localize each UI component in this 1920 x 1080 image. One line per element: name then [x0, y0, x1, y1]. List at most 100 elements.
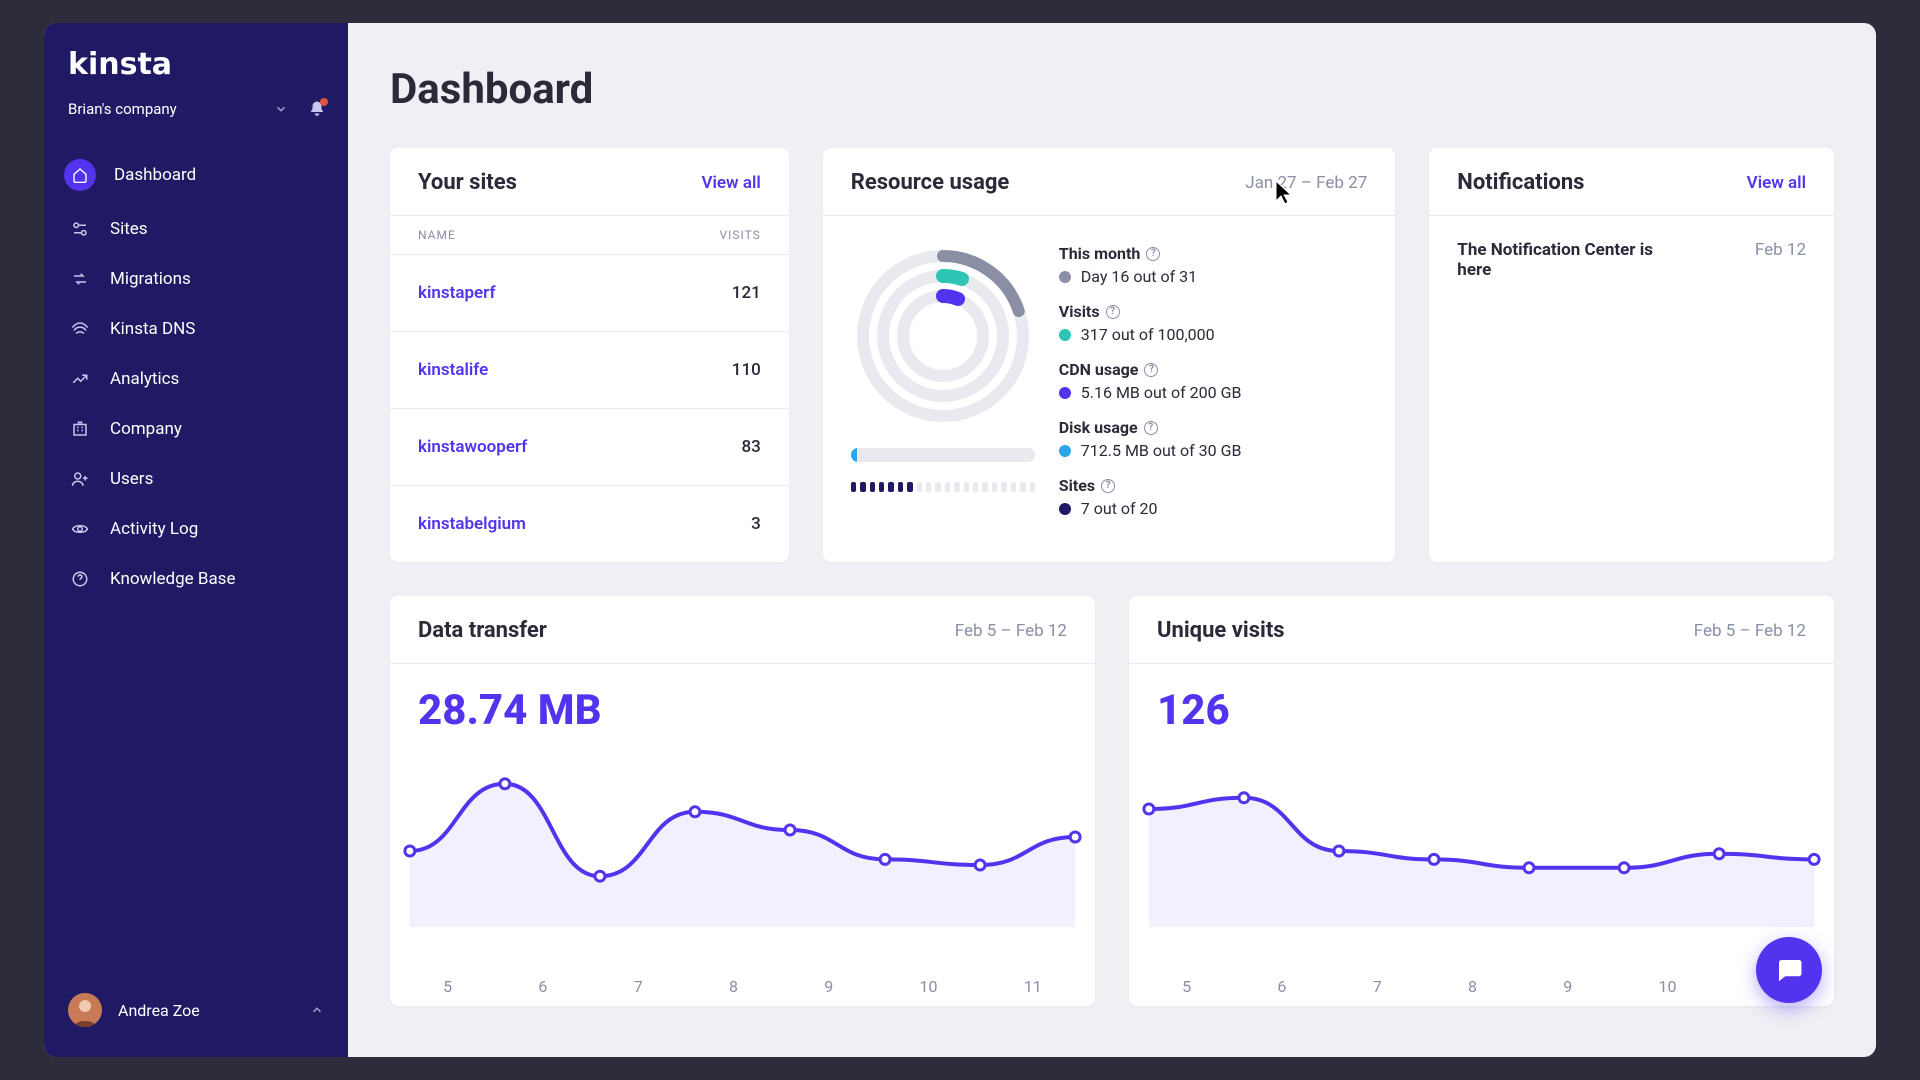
nav-item-analytics[interactable]: Analytics	[56, 354, 336, 404]
bell-icon[interactable]	[308, 100, 326, 118]
nav-label: Migrations	[110, 269, 191, 289]
view-all-link[interactable]: View all	[1747, 173, 1806, 193]
date-range: Feb 5 – Feb 12	[955, 621, 1067, 641]
x-tick: 7	[634, 977, 643, 996]
help-icon[interactable]: ?	[1146, 247, 1160, 261]
nav-label: Sites	[110, 219, 148, 239]
x-tick: 5	[443, 977, 452, 996]
nav-item-activity[interactable]: Activity Log	[56, 504, 336, 554]
nav-item-sites[interactable]: Sites	[56, 204, 336, 254]
sites-label: Sites	[1059, 476, 1095, 495]
nav-item-migrations[interactable]: Migrations	[56, 254, 336, 304]
disk-label: Disk usage	[1059, 418, 1138, 437]
x-tick: 7	[1373, 977, 1382, 996]
x-tick: 9	[1563, 977, 1572, 996]
visits-value: 317 out of 100,000	[1081, 325, 1215, 344]
card-title: Your sites	[418, 170, 517, 195]
site-visits: 110	[732, 360, 761, 380]
user-menu[interactable]: Andrea Zoe	[44, 981, 348, 1039]
unique-visits-value: 126	[1129, 686, 1834, 747]
resource-usage-card: Resource usage Jan 27 – Feb 27	[823, 148, 1396, 562]
disk-value: 712.5 MB out of 30 GB	[1081, 441, 1242, 460]
nav-item-company[interactable]: Company	[56, 404, 336, 454]
date-range: Feb 5 – Feb 12	[1694, 621, 1806, 641]
main: Dashboard Your sites View all NAME VISIT…	[348, 23, 1876, 1057]
chat-button[interactable]	[1756, 937, 1822, 1003]
nav-item-dashboard[interactable]: Dashboard	[56, 146, 336, 204]
disk-bar	[851, 448, 1035, 462]
brand-logo: kinsta	[44, 47, 348, 100]
site-visits: 3	[751, 514, 761, 534]
chevron-down-icon	[274, 102, 288, 116]
x-tick: 5	[1182, 977, 1191, 996]
activity-icon	[68, 517, 92, 541]
cdn-value: 5.16 MB out of 200 GB	[1081, 383, 1242, 402]
month-value: Day 16 out of 31	[1081, 267, 1197, 286]
site-row[interactable]: kinstawooperf 83	[390, 409, 789, 486]
analytics-icon	[68, 367, 92, 391]
help-icon	[68, 567, 92, 591]
notifications-card: Notifications View all The Notification …	[1429, 148, 1834, 562]
card-title: Resource usage	[851, 170, 1010, 195]
x-tick: 6	[538, 977, 547, 996]
view-all-link[interactable]: View all	[701, 173, 760, 193]
chevron-up-icon	[310, 1003, 324, 1017]
page-title: Dashboard	[390, 65, 1834, 114]
help-icon[interactable]: ?	[1101, 479, 1115, 493]
nav-label: Dashboard	[114, 165, 196, 185]
col-name: NAME	[418, 228, 456, 242]
sites-value: 7 out of 20	[1081, 499, 1158, 518]
site-link[interactable]: kinstaperf	[418, 283, 496, 303]
notification-text: The Notification Center is here	[1457, 240, 1677, 280]
unique-visits-card: Unique visits Feb 5 – Feb 12 126 5 6 7 8 9 10…	[1129, 596, 1834, 1006]
card-title: Notifications	[1457, 170, 1584, 195]
sites-bar	[851, 482, 1035, 492]
help-icon[interactable]: ?	[1144, 421, 1158, 435]
sidebar: kinsta Brian's company Dashboard	[44, 23, 348, 1057]
card-title: Data transfer	[418, 618, 547, 643]
date-range: Jan 27 – Feb 27	[1245, 173, 1367, 193]
company-switcher[interactable]: Brian's company	[44, 100, 348, 146]
nav-label: Activity Log	[110, 519, 198, 539]
user-name: Andrea Zoe	[118, 1001, 200, 1020]
dns-icon	[68, 317, 92, 341]
x-tick: 9	[824, 977, 833, 996]
data-transfer-chart	[390, 747, 1095, 967]
site-link[interactable]: kinstalife	[418, 360, 488, 380]
site-row[interactable]: kinstalife 110	[390, 332, 789, 409]
data-transfer-value: 28.74 MB	[390, 686, 1095, 747]
card-title: Unique visits	[1157, 618, 1285, 643]
x-tick: 10	[1659, 977, 1677, 996]
nav-item-users[interactable]: Users	[56, 454, 336, 504]
site-link[interactable]: kinstawooperf	[418, 437, 527, 457]
users-icon	[68, 467, 92, 491]
visits-label: Visits	[1059, 302, 1100, 321]
avatar	[68, 993, 102, 1027]
nav-item-dns[interactable]: Kinsta DNS	[56, 304, 336, 354]
x-tick: 11	[1024, 977, 1042, 996]
month-label: This month	[1059, 244, 1141, 263]
notification-date: Feb 12	[1755, 240, 1806, 280]
nav-label: Analytics	[110, 369, 179, 389]
x-tick: 6	[1277, 977, 1286, 996]
unique-visits-chart	[1129, 747, 1834, 967]
site-link[interactable]: kinstabelgium	[418, 514, 526, 534]
dashboard-icon	[64, 159, 96, 191]
nav-label: Kinsta DNS	[110, 319, 195, 339]
site-row[interactable]: kinstaperf 121	[390, 255, 789, 332]
x-tick: 8	[1468, 977, 1477, 996]
notification-row[interactable]: The Notification Center is here Feb 12	[1457, 240, 1806, 280]
help-icon[interactable]: ?	[1106, 305, 1120, 319]
company-name: Brian's company	[68, 100, 177, 118]
data-transfer-card: Data transfer Feb 5 – Feb 12 28.74 MB 5 6…	[390, 596, 1095, 1006]
your-sites-card: Your sites View all NAME VISITS kinstape…	[390, 148, 789, 562]
nav-item-kb[interactable]: Knowledge Base	[56, 554, 336, 604]
help-icon[interactable]: ?	[1144, 363, 1158, 377]
x-tick: 8	[729, 977, 738, 996]
x-tick: 10	[920, 977, 938, 996]
nav: Dashboard Sites Migrations Kinsta DNS	[44, 146, 348, 604]
cdn-label: CDN usage	[1059, 360, 1139, 379]
usage-rings	[851, 244, 1035, 428]
site-row[interactable]: kinstabelgium 3	[390, 486, 789, 562]
migrations-icon	[68, 267, 92, 291]
